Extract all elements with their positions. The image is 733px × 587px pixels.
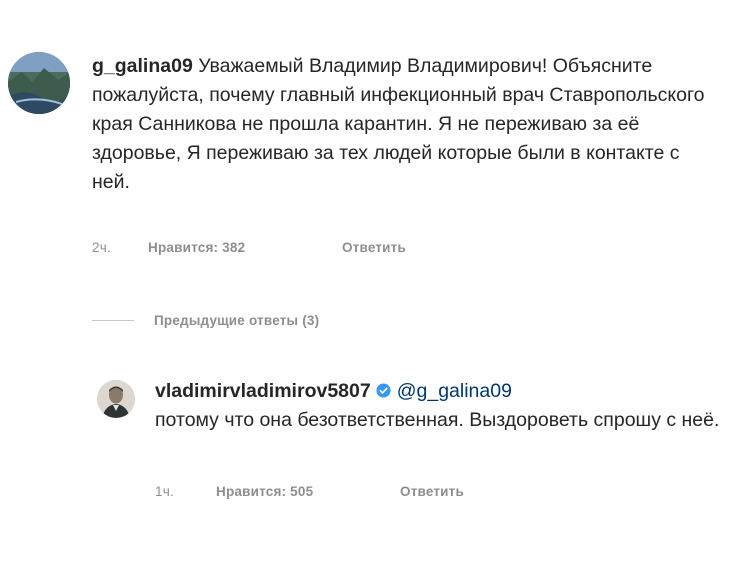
reply-avatar[interactable]: [97, 380, 135, 418]
comment-likes[interactable]: Нравится: 382: [148, 240, 245, 255]
reply-reply-button[interactable]: Ответить: [400, 484, 464, 499]
reply-username[interactable]: vladimirvladimirov5807: [155, 380, 371, 402]
reply-text: потому что она безответственная. Выздоро…: [155, 409, 720, 431]
reply-body: vladimirvladimirov5807 @g_galina09 потому …: [155, 377, 725, 435]
reply-time[interactable]: 1ч.: [155, 484, 174, 499]
replies-divider-line: [92, 319, 134, 321]
comment-username[interactable]: g_galina09: [92, 55, 193, 77]
previous-replies-toggle[interactable]: Предыдущие ответы (3): [92, 310, 319, 330]
commenter-avatar[interactable]: [8, 52, 70, 114]
comments-screenshot: g_galina09 Уважаемый Владимир Владимиров…: [0, 0, 733, 587]
comment-time[interactable]: 2ч.: [92, 240, 111, 255]
previous-replies-label[interactable]: Предыдущие ответы (3): [154, 313, 319, 328]
comment-reply-button[interactable]: Ответить: [342, 240, 406, 255]
comment-body: g_galina09 Уважаемый Владимир Владимиров…: [92, 52, 722, 197]
reply-likes[interactable]: Нравится: 505: [216, 484, 313, 499]
reply-mention[interactable]: @g_galina09: [397, 380, 512, 402]
verified-badge-icon: [376, 383, 391, 398]
